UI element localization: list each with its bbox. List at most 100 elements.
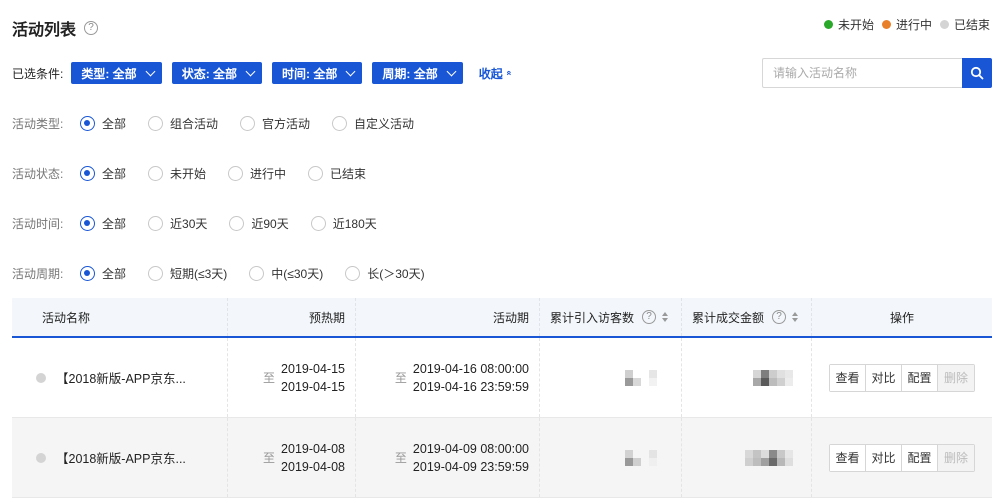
period-filter-chip[interactable]: 周期: 全部 <box>372 62 463 84</box>
help-icon[interactable]: ? <box>84 21 99 35</box>
type-option-custom[interactable]: 自定义活动 <box>332 115 414 132</box>
pixelated-value <box>625 369 657 386</box>
orange-dot-icon <box>881 20 891 29</box>
collapse-filters-link[interactable]: 收起 « <box>479 65 515 82</box>
pixelated-value <box>753 369 793 386</box>
actions-cell: 查看 对比 配置 删除 <box>812 338 992 417</box>
col-visitors[interactable]: 累计引入访客数 ? <box>540 298 682 336</box>
legend-in-progress: 进行中 <box>881 16 932 33</box>
table-row: 【2018新版-APP京东... 至 2019-04-15 2019-04-15 … <box>12 338 992 418</box>
time-option-180d[interactable]: 近180天 <box>310 215 377 232</box>
radio-icon <box>229 215 245 231</box>
period-cell: 至 2019-04-09 08:00:00 2019-04-09 23:59:59 <box>356 418 540 497</box>
radio-icon <box>240 115 256 131</box>
sort-icon[interactable] <box>662 312 669 322</box>
activity-name[interactable]: 【2018新版-APP京东... <box>56 448 186 467</box>
status-option-ended[interactable]: 已结束 <box>308 165 366 182</box>
radio-checked-icon <box>80 265 95 281</box>
period-option-medium[interactable]: 中(≤30天) <box>249 265 323 282</box>
activity-type-filter: 活动类型: 全部 组合活动 官方活动 自定义活动 <box>12 115 415 132</box>
type-option-combo[interactable]: 组合活动 <box>148 115 218 132</box>
time-option-30d[interactable]: 近30天 <box>148 215 207 232</box>
preheat-cell: 至 2019-04-15 2019-04-15 <box>228 338 356 417</box>
pixelated-value <box>625 449 657 466</box>
radio-icon <box>249 265 265 281</box>
selected-filters: 已选条件: 类型: 全部 状态: 全部 时间: 全部 周期: 全部 收起 « <box>12 62 515 84</box>
preheat-cell: 至 2019-04-08 2019-04-08 <box>228 418 356 497</box>
action-buttons: 查看 对比 配置 删除 <box>829 363 975 392</box>
activity-period-filter: 活动周期: 全部 短期(≤3天) 中(≤30天) 长(＞30天) <box>12 265 425 282</box>
legend-ended: 已结束 <box>939 16 990 33</box>
status-option-all[interactable]: 全部 <box>80 165 126 182</box>
activity-status-filter: 活动状态: 全部 未开始 进行中 已结束 <box>12 165 367 182</box>
col-gmv[interactable]: 累计成交金额 ? <box>682 298 812 336</box>
chevron-down-icon <box>446 66 457 76</box>
selected-filters-label: 已选条件: <box>12 66 64 81</box>
radio-icon <box>332 115 348 131</box>
status-option-not-started[interactable]: 未开始 <box>148 165 206 182</box>
radio-icon <box>148 115 164 131</box>
double-chevron-up-icon: « <box>504 70 515 76</box>
help-icon[interactable]: ? <box>642 310 657 324</box>
radio-icon <box>148 215 164 231</box>
search-input[interactable] <box>762 58 962 88</box>
green-dot-icon <box>823 20 833 29</box>
delete-button[interactable]: 删除 <box>938 444 974 471</box>
col-actions: 操作 <box>889 310 914 325</box>
radio-icon <box>345 265 361 281</box>
gmv-cell <box>682 418 812 497</box>
chevron-down-icon <box>345 66 356 76</box>
activity-name[interactable]: 【2018新版-APP京东... <box>56 368 186 387</box>
view-button[interactable]: 查看 <box>830 444 866 471</box>
type-option-all[interactable]: 全部 <box>80 115 126 132</box>
pixelated-value <box>745 449 793 466</box>
activity-search <box>762 58 992 88</box>
compare-button[interactable]: 对比 <box>866 364 902 391</box>
activity-name-cell: 【2018新版-APP京东... <box>12 418 228 497</box>
time-option-90d[interactable]: 近90天 <box>229 215 289 232</box>
visitors-cell <box>540 418 682 497</box>
page-title-text: 活动列表 <box>12 22 77 39</box>
sort-icon[interactable] <box>792 312 799 322</box>
radio-icon <box>228 165 244 181</box>
time-filter-chip[interactable]: 时间: 全部 <box>272 62 363 84</box>
period-cell: 至 2019-04-16 08:00:00 2019-04-16 23:59:59 <box>356 338 540 417</box>
radio-icon <box>310 215 326 231</box>
activity-table: 活动名称 预热期 活动期 累计引入访客数 ? 累计成交金额 ? 操作 【2018… <box>12 298 992 498</box>
config-button[interactable]: 配置 <box>902 364 938 391</box>
radio-icon <box>148 265 164 281</box>
gmv-cell <box>682 338 812 417</box>
page-title: 活动列表 ? <box>12 16 99 40</box>
search-icon <box>970 66 984 80</box>
chevron-down-icon <box>245 66 256 76</box>
status-option-in-progress[interactable]: 进行中 <box>228 165 286 182</box>
radio-checked-icon <box>80 215 95 231</box>
action-buttons: 查看 对比 配置 删除 <box>829 443 975 472</box>
table-header: 活动名称 预热期 活动期 累计引入访客数 ? 累计成交金额 ? 操作 <box>12 298 992 338</box>
radio-checked-icon <box>80 115 95 131</box>
radio-icon <box>148 165 164 181</box>
col-activity-name: 活动名称 <box>12 298 228 336</box>
legend-not-started: 未开始 <box>823 16 874 33</box>
visitors-cell <box>540 338 682 417</box>
view-button[interactable]: 查看 <box>830 364 866 391</box>
status-filter-chip[interactable]: 状态: 全部 <box>171 62 263 84</box>
help-icon[interactable]: ? <box>772 310 787 324</box>
chevron-down-icon <box>145 66 156 76</box>
search-button[interactable] <box>962 58 992 88</box>
config-button[interactable]: 配置 <box>902 444 938 471</box>
delete-button[interactable]: 删除 <box>938 364 974 391</box>
radio-icon <box>308 165 324 181</box>
period-option-long[interactable]: 长(＞30天) <box>345 265 425 282</box>
period-option-all[interactable]: 全部 <box>80 265 126 282</box>
radio-checked-icon <box>80 165 95 181</box>
status-dot-icon <box>36 452 46 463</box>
period-option-short[interactable]: 短期(≤3天) <box>148 265 227 282</box>
status-legend: 未开始 进行中 已结束 <box>816 16 990 33</box>
type-option-official[interactable]: 官方活动 <box>240 115 310 132</box>
status-dot-icon <box>36 372 46 383</box>
time-option-all[interactable]: 全部 <box>80 215 126 232</box>
compare-button[interactable]: 对比 <box>866 444 902 471</box>
gray-dot-icon <box>939 20 949 29</box>
type-filter-chip[interactable]: 类型: 全部 <box>71 62 162 84</box>
